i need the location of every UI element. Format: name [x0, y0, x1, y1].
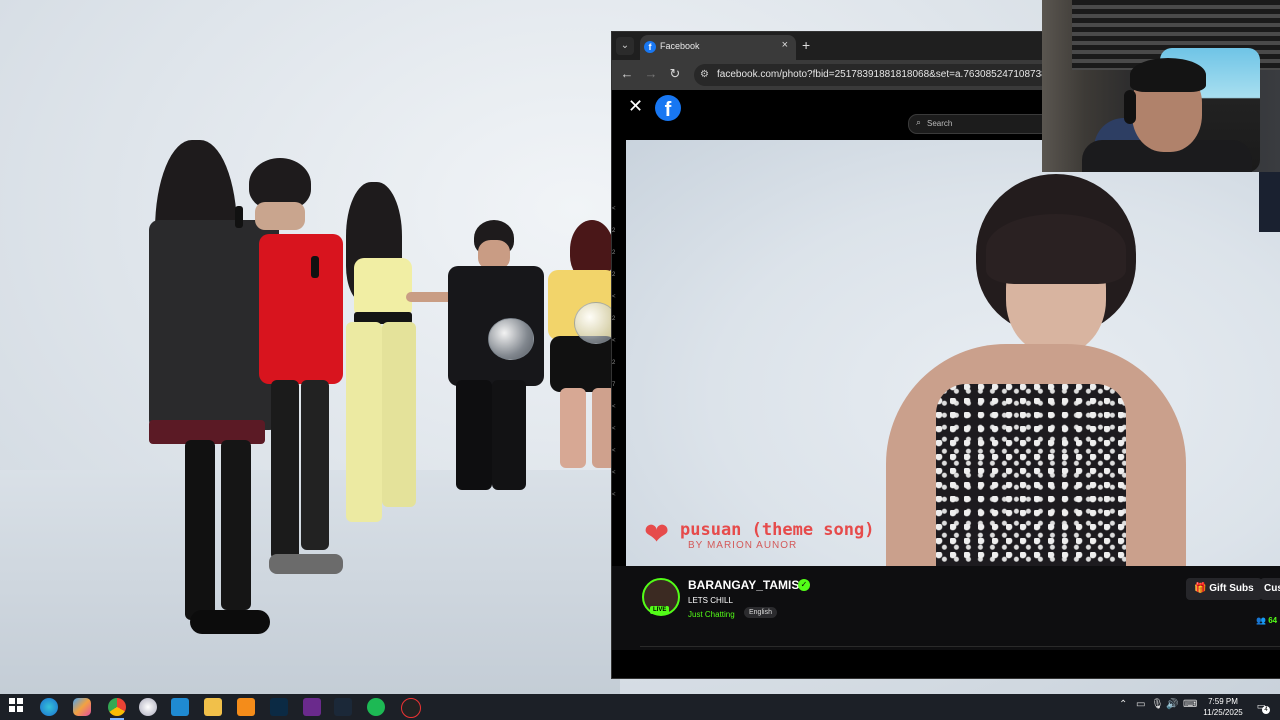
photo-content[interactable]: ❤ pusuan (theme song) BY MARION AUNOR: [626, 140, 1280, 566]
system-clock[interactable]: 7:59 PM 11/25/2025: [1198, 696, 1248, 718]
live-badge: LIVE: [650, 606, 670, 614]
gift-subs-button[interactable]: 🎁 Gift Subs: [1186, 578, 1262, 600]
microphone-icon[interactable]: 🎙: [1151, 699, 1164, 710]
facebook-search-input[interactable]: ⌕ Search: [908, 114, 1050, 134]
side-char: <: [612, 206, 616, 212]
viewer-count-value: 64: [1268, 616, 1278, 625]
streamer-name[interactable]: BARANGAY_TAMIS: [688, 578, 799, 592]
tab-facebook[interactable]: f Facebook ×: [640, 35, 796, 60]
reload-button[interactable]: ↻: [667, 66, 683, 82]
edge-icon[interactable]: [40, 698, 58, 716]
chrome-icon[interactable]: [108, 698, 126, 720]
verified-icon: ✓: [798, 579, 810, 591]
tray-chevron-icon[interactable]: ⌃: [1119, 699, 1127, 710]
girl-figure: [866, 174, 1186, 566]
gift-subs-label: Gift Subs: [1209, 583, 1254, 594]
side-char: <: [612, 470, 616, 476]
windows-start-icon[interactable]: [7, 698, 25, 716]
song-artist: BY MARION AUNOR: [688, 540, 798, 551]
viewers-icon: 👥: [1256, 616, 1266, 625]
side-char: 2: [612, 360, 616, 366]
stream-title: LETS CHILL: [688, 596, 733, 605]
facebook-favicon-icon: f: [644, 41, 656, 53]
app-icon[interactable]: [139, 698, 157, 716]
gift-icon: 🎁: [1194, 583, 1207, 594]
stream-category-link[interactable]: Just Chatting: [688, 610, 735, 619]
side-char: 7: [612, 382, 616, 388]
song-title: pusuan (theme song): [680, 520, 875, 540]
side-char: 2: [612, 228, 616, 234]
divider: [640, 646, 1280, 647]
photoshop-icon[interactable]: [270, 698, 288, 716]
close-viewer-icon[interactable]: ✕: [628, 97, 643, 115]
viewer-count: 👥 64: [1256, 616, 1277, 625]
spotify-icon[interactable]: [367, 698, 385, 716]
volume-icon[interactable]: 🔊: [1166, 699, 1178, 710]
address-url[interactable]: facebook.com/photo?fbid=2517839188181806…: [717, 69, 1047, 80]
side-char: <: [612, 404, 616, 410]
notification-count: 4: [1262, 706, 1270, 714]
side-char: <: [612, 294, 616, 300]
side-char: 2: [612, 272, 616, 278]
file-explorer-icon[interactable]: [204, 698, 222, 716]
taskbar: ⌃ ▭ 🎙 🔊 ⌨ 7:59 PM 11/25/2025 ▭ 4: [0, 694, 1280, 720]
side-char: 2: [612, 316, 616, 322]
steam-icon[interactable]: [334, 698, 352, 716]
new-tab-button[interactable]: +: [802, 37, 810, 53]
search-icon: ⌕: [916, 117, 922, 127]
facebook-photo-viewer: ✕ f ⌕ Search ❤ pusuan (theme song) BY MA…: [612, 90, 1280, 678]
obs-icon[interactable]: [401, 698, 421, 718]
side-char: <: [612, 338, 616, 344]
webcam-edge: [1259, 172, 1280, 232]
stream-info-bar: LIVE BARANGAY_TAMIS ✓ LETS CHILL Just Ch…: [612, 566, 1280, 650]
heart-arrow-icon: ❤: [644, 518, 670, 551]
clock-date: 11/25/2025: [1203, 708, 1243, 717]
search-placeholder: Search: [927, 119, 953, 128]
keyboard-icon[interactable]: ⌨: [1183, 699, 1197, 710]
site-info-icon[interactable]: ⚙: [700, 69, 712, 80]
language-tag[interactable]: English: [744, 607, 777, 618]
facebook-logo-icon[interactable]: f: [655, 95, 681, 121]
device-icon[interactable]: ▭: [1136, 699, 1145, 710]
purple-app-icon[interactable]: [303, 698, 321, 716]
side-char: 2: [612, 250, 616, 256]
tab-close-icon[interactable]: ×: [782, 39, 788, 51]
webcam-overlay: [1042, 0, 1280, 172]
tab-title: Facebook: [660, 41, 700, 51]
headphones-icon: [1124, 90, 1136, 124]
person-black-suit: [442, 220, 552, 510]
person-red-jacket: [245, 158, 355, 578]
clock-time: 7:59 PM: [1208, 697, 1238, 706]
person-yellow-outfit: [340, 182, 454, 537]
back-button[interactable]: ←: [619, 66, 635, 81]
side-char: <: [612, 492, 616, 498]
forward-button[interactable]: →: [643, 66, 659, 81]
person-colorful-top: [540, 220, 618, 500]
side-char: <: [612, 426, 616, 432]
side-char: <: [612, 448, 616, 454]
side-characters: < 2 2 2 < 2 < 2 7 < < < < <: [612, 198, 618, 506]
customize-button[interactable]: Cus: [1260, 578, 1280, 600]
streamer-hair: [1130, 58, 1206, 92]
vscode-icon[interactable]: [171, 698, 189, 716]
sublime-icon[interactable]: [237, 698, 255, 716]
copilot-icon[interactable]: [73, 698, 91, 716]
tab-search-dropdown[interactable]: ⌄: [616, 37, 634, 55]
